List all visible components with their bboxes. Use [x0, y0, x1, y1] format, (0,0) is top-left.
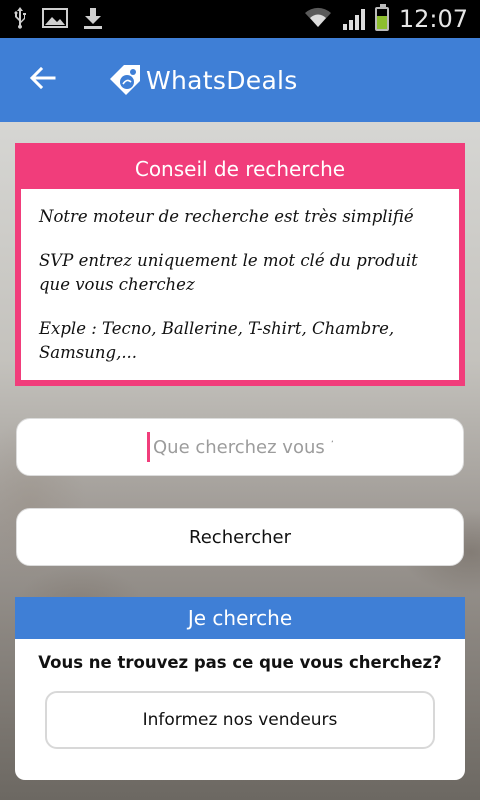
image-icon [42, 7, 68, 31]
clock: 12:07 [398, 5, 468, 33]
request-card-title: Je cherche [15, 597, 465, 639]
tip-line: Exple : Tecno, Ballerine, T-shirt, Chamb… [39, 319, 395, 362]
inform-sellers-button[interactable]: Informez nos vendeurs [45, 691, 435, 749]
tip-card-title: Conseil de recherche [21, 149, 459, 189]
download-icon [82, 6, 104, 33]
app-title: WhatsDeals [146, 65, 298, 95]
text-cursor [147, 432, 150, 462]
search-button[interactable]: Rechercher [16, 508, 464, 566]
tip-card-body: Notre moteur de recherche est très simpl… [21, 189, 459, 365]
usb-icon [12, 6, 28, 33]
back-button[interactable] [0, 38, 84, 122]
request-question: Vous ne trouvez pas ce que vous cherchez… [38, 653, 442, 672]
search-input[interactable] [153, 436, 333, 458]
request-card: Je cherche Vous ne trouvez pas ce que vo… [15, 597, 465, 780]
tip-line: Notre moteur de recherche est très simpl… [39, 207, 414, 226]
app-bar: WhatsDeals [0, 38, 480, 122]
wifi-icon [303, 5, 333, 33]
app-logo: WhatsDeals [106, 61, 298, 99]
search-field[interactable] [16, 418, 464, 476]
signal-icon [342, 8, 365, 30]
battery-icon [374, 4, 389, 31]
status-bar: 12:07 [0, 0, 480, 38]
tip-line: SVP entrez uniquement le mot clé du prod… [39, 251, 418, 294]
search-tip-card: Conseil de recherche Notre moteur de rec… [15, 143, 465, 386]
tag-logo-icon [106, 61, 144, 99]
arrow-left-icon [28, 66, 56, 94]
